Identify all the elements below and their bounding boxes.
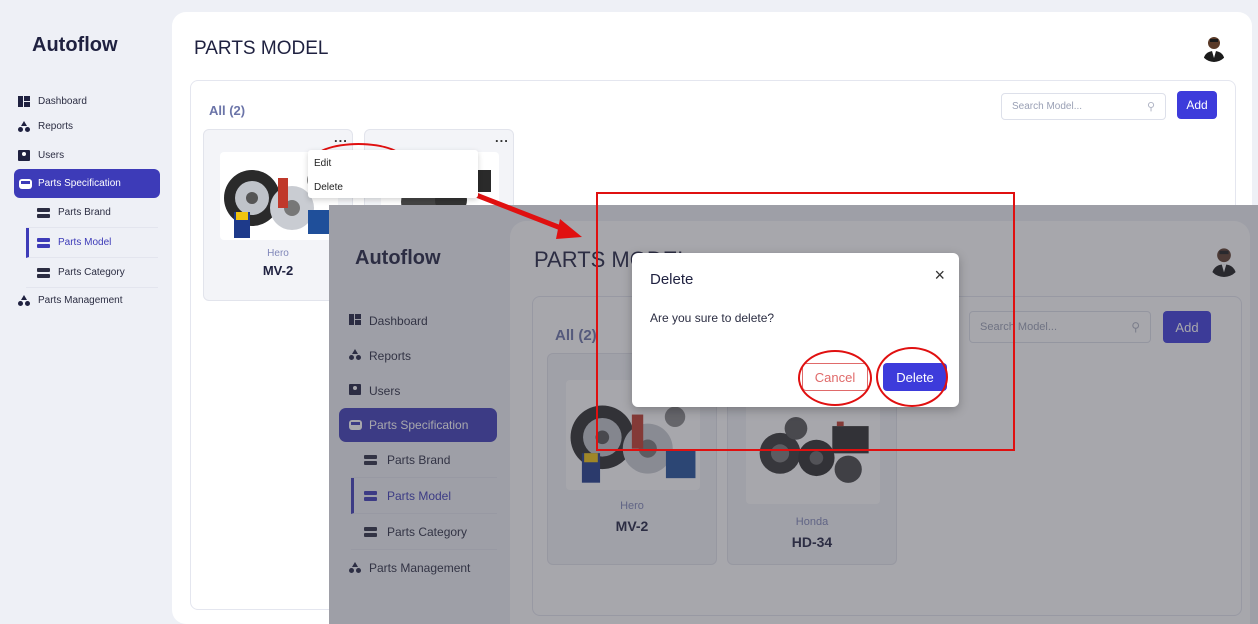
sidebar-item-parts-category[interactable]: Parts Category bbox=[26, 258, 158, 288]
search-icon: ⚲ bbox=[1146, 101, 1155, 113]
avatar-image bbox=[1203, 37, 1225, 62]
sidebar-item-parts-brand[interactable]: Parts Brand bbox=[26, 198, 158, 228]
sidebar-item-label: Reports bbox=[38, 121, 74, 132]
dashboard-icon bbox=[18, 96, 30, 107]
sidebar-item-reports[interactable]: Reports bbox=[14, 112, 160, 141]
sidebar-item-dashboard[interactable]: Dashboard bbox=[14, 90, 160, 112]
tutorial-composite: Autoflow Dashboard Reports Users Parts S… bbox=[0, 0, 1258, 624]
dialog-highlight-rect bbox=[596, 192, 1015, 451]
delete-highlight-ellipse bbox=[876, 347, 948, 407]
bus-icon bbox=[19, 179, 32, 189]
brand-logo: Autoflow bbox=[32, 34, 118, 56]
sidebar-item-label: Parts Category bbox=[58, 267, 125, 278]
reports-icon bbox=[18, 295, 30, 306]
list-icon bbox=[37, 238, 50, 248]
edit-menu-item[interactable]: Edit bbox=[314, 158, 331, 169]
list-icon bbox=[37, 208, 50, 218]
sidebar-item-label: Parts Management bbox=[38, 294, 123, 306]
search-placeholder: Search Model... bbox=[1012, 101, 1083, 112]
sidebar-item-label: Parts Brand bbox=[58, 207, 111, 218]
add-button[interactable]: Add bbox=[1177, 91, 1217, 119]
search-input[interactable]: Search Model... ⚲ bbox=[1001, 93, 1166, 120]
sidebar-item-label: Parts Specification bbox=[38, 178, 121, 189]
sidebar-item-parts-specification[interactable]: Parts Specification bbox=[14, 169, 160, 198]
sidebar-submenu: Parts Brand Parts Model Parts Category bbox=[26, 198, 158, 288]
sidebar-item-users[interactable]: Users bbox=[14, 141, 160, 169]
card-actions-menu: Edit Delete bbox=[308, 150, 478, 198]
reports-icon bbox=[18, 121, 30, 132]
filter-all-tab[interactable]: All (2) bbox=[209, 103, 245, 118]
page-title: PARTS MODEL bbox=[194, 38, 329, 59]
sidebar-nav: Dashboard Reports Users Parts Specificat… bbox=[14, 88, 160, 312]
sidebar-item-parts-model[interactable]: Parts Model bbox=[26, 228, 158, 258]
sidebar-item-label: Parts Model bbox=[58, 237, 112, 248]
sidebar-item-parts-management[interactable]: Parts Management bbox=[14, 288, 160, 312]
sidebar-item-label: Dashboard bbox=[38, 95, 87, 107]
users-icon bbox=[18, 150, 30, 161]
list-icon bbox=[37, 268, 50, 278]
avatar[interactable] bbox=[1200, 34, 1228, 62]
sidebar-item-label: Users bbox=[38, 149, 65, 161]
delete-menu-item[interactable]: Delete bbox=[314, 182, 343, 193]
cancel-highlight-ellipse bbox=[798, 350, 872, 406]
more-options-icon[interactable]: ... bbox=[495, 130, 509, 145]
